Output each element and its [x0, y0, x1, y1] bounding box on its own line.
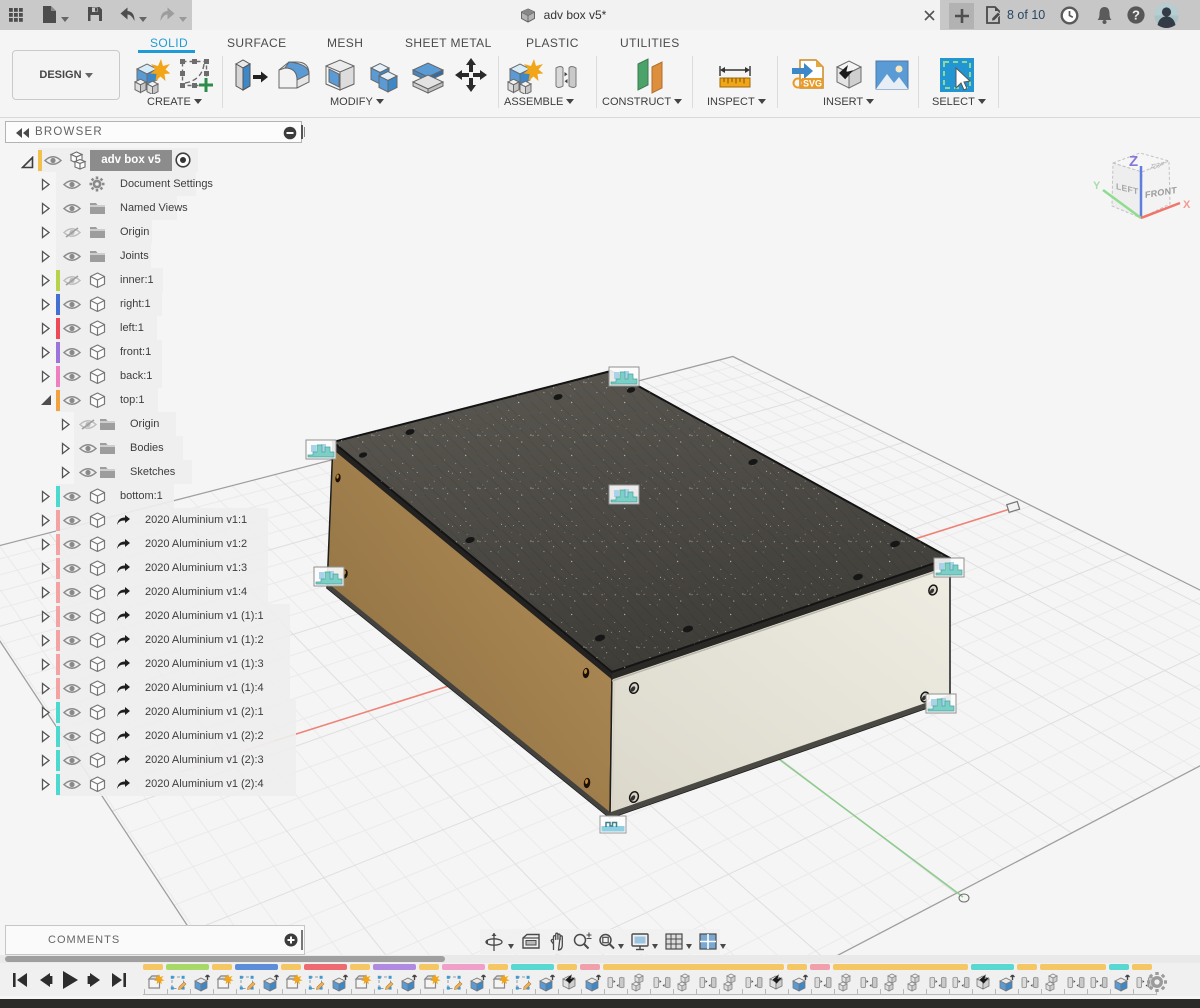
svg-text:X: X: [1183, 199, 1191, 211]
svg-text:?: ?: [1132, 8, 1140, 23]
svg-text:Z: Z: [1129, 153, 1138, 170]
svg-text:SVG: SVG: [803, 79, 822, 89]
svg-text:Y: Y: [1093, 180, 1101, 192]
